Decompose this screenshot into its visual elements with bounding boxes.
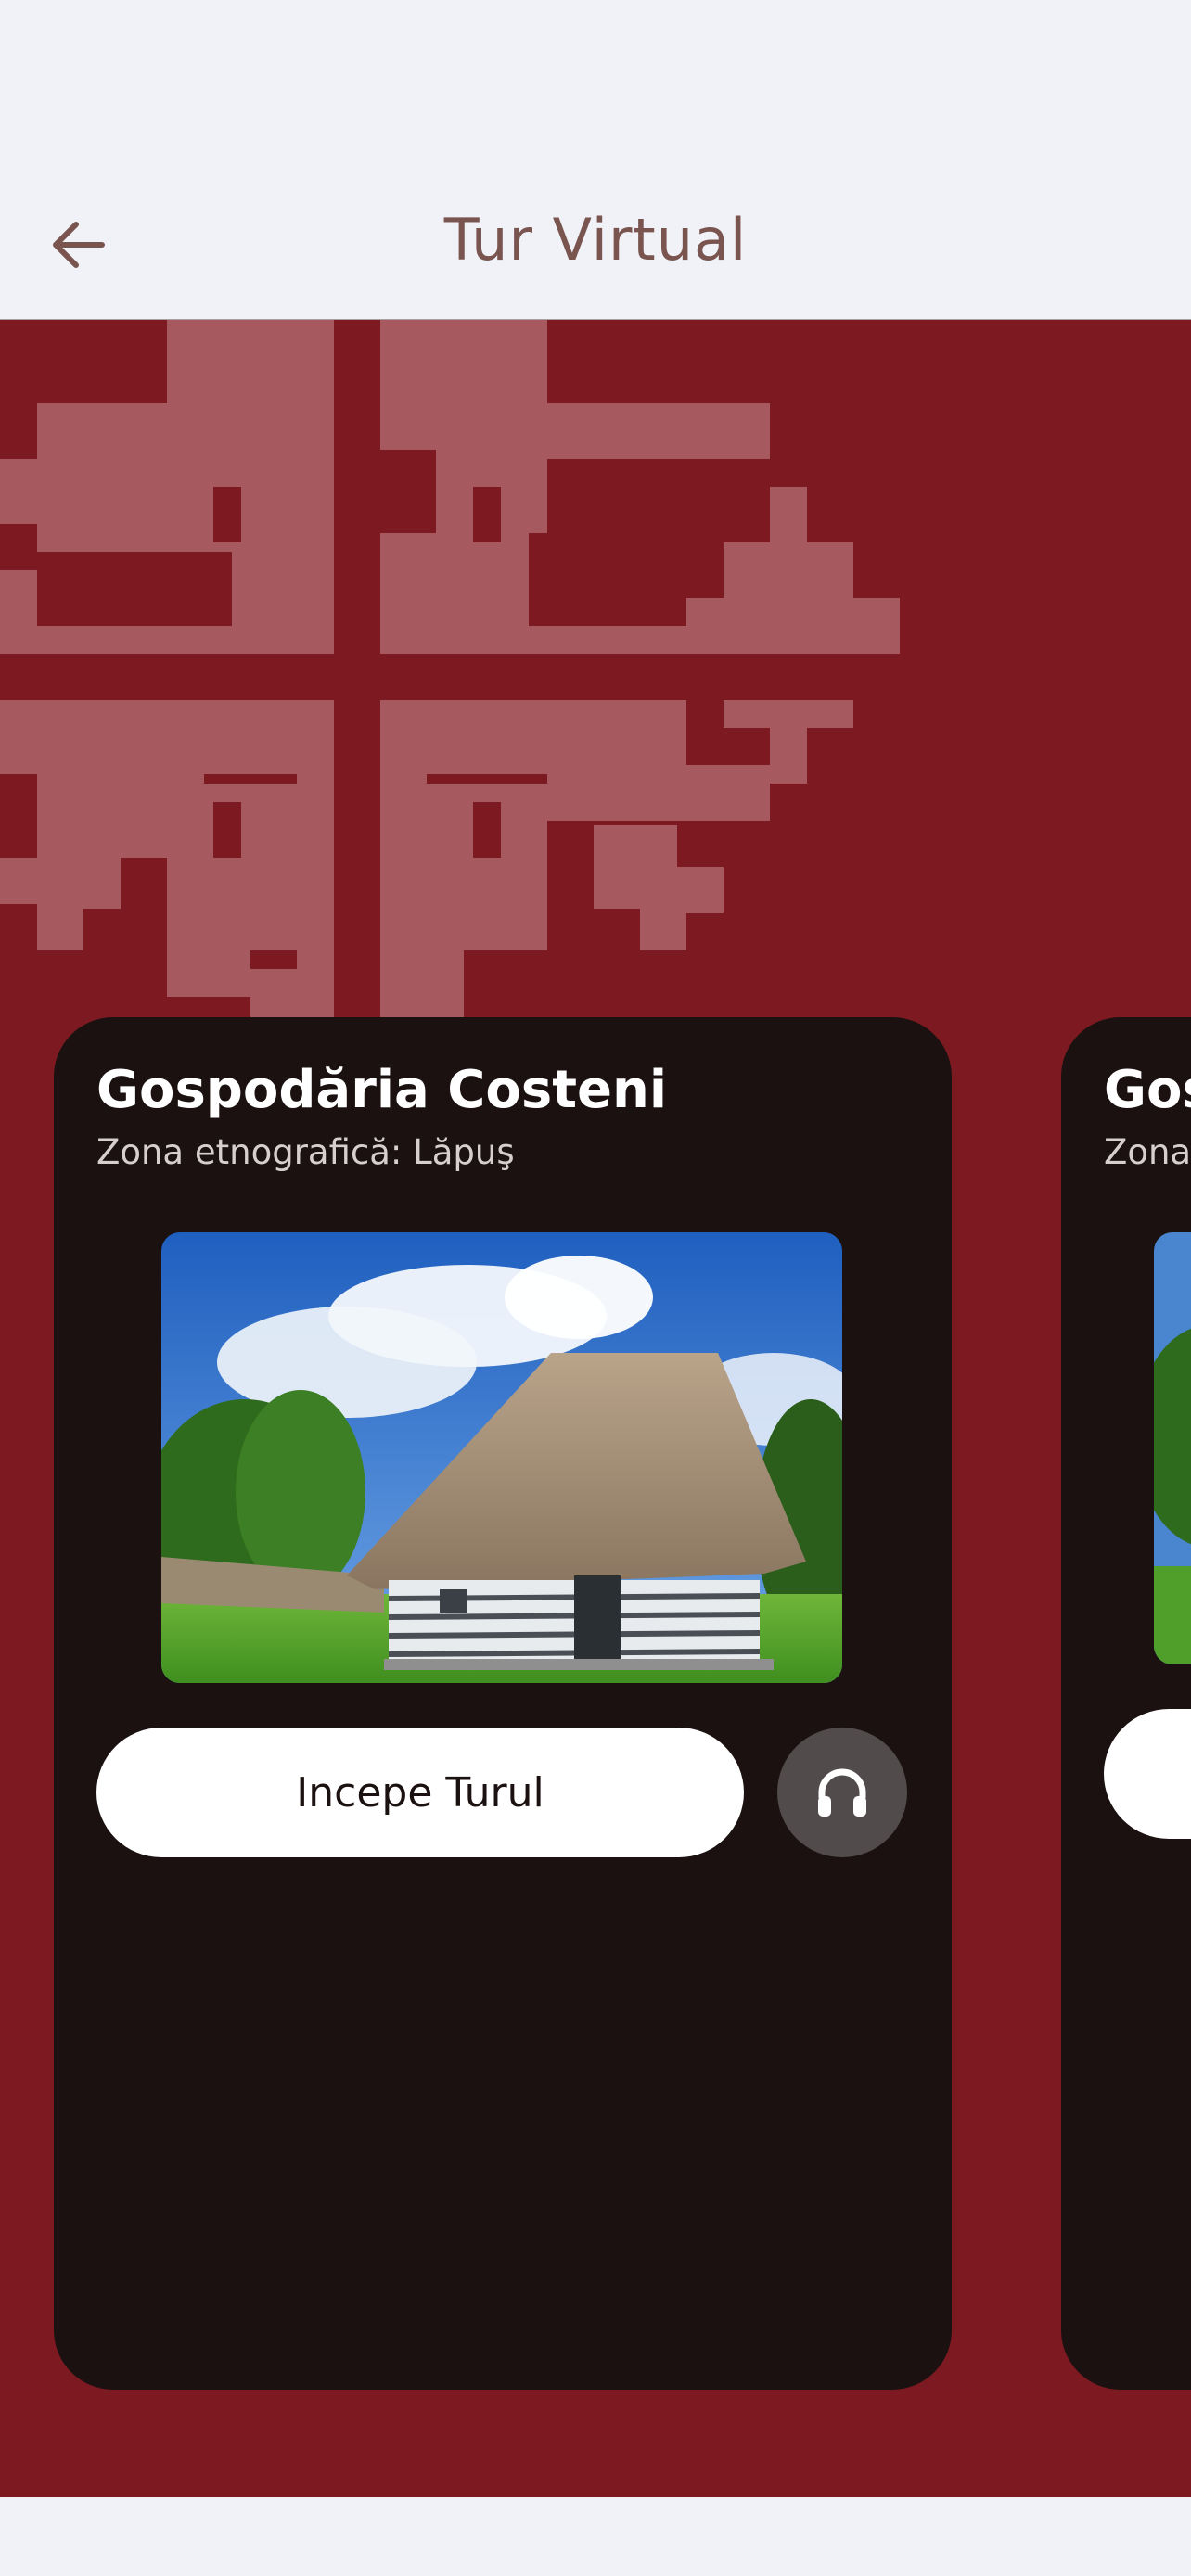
house-photo bbox=[1154, 1232, 1191, 1664]
start-tour-button[interactable]: Incepe Turul bbox=[96, 1728, 744, 1857]
card-subtitle: Zona etnografică: Lăpuş bbox=[96, 1132, 515, 1172]
folk-embroidery-pattern bbox=[0, 320, 900, 1043]
tour-card[interactable]: Gospodăria Costeni Zona etnografică: Lăp… bbox=[54, 1017, 952, 2390]
card-title: Gospodăria Costeni bbox=[96, 1060, 668, 1120]
bottom-area bbox=[0, 2497, 1191, 2576]
headphones-icon bbox=[818, 1768, 866, 1817]
card-subtitle: Zona bbox=[1104, 1132, 1191, 1172]
tour-card[interactable]: Gos Zona bbox=[1061, 1017, 1191, 2390]
page-title: Tur Virtual bbox=[443, 206, 748, 274]
audio-guide-button[interactable] bbox=[777, 1728, 907, 1857]
top-app-bar: Tur Virtual bbox=[0, 0, 1191, 320]
start-tour-button[interactable] bbox=[1104, 1709, 1191, 1839]
hero-section: Gospodăria Costeni Zona etnografică: Lăp… bbox=[0, 320, 1191, 2497]
card-title: Gos bbox=[1104, 1060, 1191, 1120]
house-photo bbox=[161, 1232, 842, 1683]
